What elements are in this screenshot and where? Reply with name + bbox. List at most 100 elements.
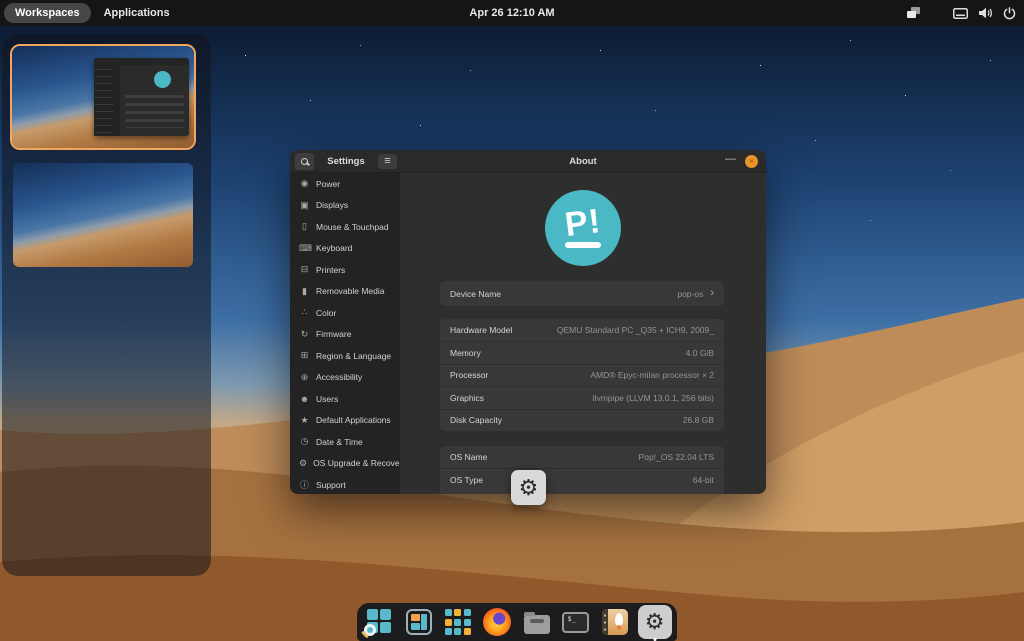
app-grid-icon — [445, 609, 471, 635]
dock-item-workspaces[interactable] — [362, 605, 396, 639]
sidebar-item-default-applications[interactable]: ★Default Applications — [290, 410, 400, 432]
settings-gear-icon: ⚙ — [645, 611, 665, 633]
dock-item-settings[interactable]: ⚙ — [638, 605, 672, 639]
users-icon: ☻ — [299, 394, 310, 404]
sidebar-item-power[interactable]: ◉Power — [290, 173, 400, 195]
mouse-icon: ▯ — [299, 221, 310, 232]
tiles-shape — [367, 609, 378, 620]
tile-shape — [411, 614, 420, 621]
menu-button[interactable]: ≡ — [378, 154, 397, 169]
settings-sidebar: ◉Power ▣Displays ▯ Mouse & Touchpad ⌨Keyb… — [290, 173, 400, 494]
row-label: OS Type — [450, 475, 483, 485]
clock[interactable]: Apr 26 12:10 AM — [469, 7, 554, 19]
sidebar-item-date-time[interactable]: ◷ Date & Time — [290, 431, 400, 453]
row-label: Processor — [450, 370, 488, 380]
row-value: AMD® Epyc-milan processor × 2 — [590, 370, 714, 380]
close-button[interactable]: ✕ — [745, 155, 758, 168]
settings-title: Settings — [314, 156, 378, 167]
region-language-icon: ⊞ — [299, 350, 310, 361]
gear-icon: ⚙ — [519, 477, 539, 499]
sidebar-item-displays[interactable]: ▣Displays — [290, 195, 400, 217]
device-name-row[interactable]: Device Name pop-os › — [440, 281, 724, 306]
keyboard-icon[interactable] — [953, 8, 968, 19]
row-label: Disk Capacity — [450, 415, 502, 425]
pop-os-logo: P! — [545, 190, 621, 266]
row-value: QEMU Standard PC _Q35 + ICH9, 2009_ — [557, 325, 714, 335]
volume-icon[interactable] — [978, 7, 993, 19]
row-label: Graphics — [450, 393, 484, 403]
os-name-row: OS NamePop!_OS 22.04 LTS — [440, 446, 724, 468]
sidebar-item-label: Region & Language — [316, 351, 391, 361]
default-apps-icon: ★ — [299, 415, 310, 426]
chevron-right-icon: › — [710, 288, 714, 299]
row-value: 64-bit — [693, 475, 714, 485]
search-button[interactable] — [295, 153, 314, 170]
grid-cell — [464, 609, 471, 616]
sidebar-item-os-upgrade-recovery[interactable]: ⚙OS Upgrade & Recovery — [290, 453, 400, 475]
settings-window: Settings ≡ About — ✕ ◉Power ▣Displays ▯ M… — [290, 150, 766, 494]
top-bar: Workspaces Applications Apr 26 12:10 AM — [0, 0, 1024, 26]
dock-item-pop-shop[interactable] — [598, 605, 632, 639]
sidebar-item-users[interactable]: ☻ Users — [290, 388, 400, 410]
search-icon — [301, 158, 308, 165]
color-icon: ∴ — [299, 307, 310, 318]
mini-pop-logo — [154, 71, 171, 88]
sidebar-item-region-language[interactable]: ⊞ Region & Language — [290, 345, 400, 367]
sidebar-item-firmware[interactable]: ↻Firmware — [290, 324, 400, 346]
sidebar-item-keyboard[interactable]: ⌨Keyboard — [290, 238, 400, 260]
dock-item-tile-windows[interactable] — [402, 605, 436, 639]
mini-window-header — [94, 58, 189, 65]
sidebar-item-support[interactable]: ⓘSupport — [290, 474, 400, 494]
grid-cell — [445, 619, 452, 626]
dock-item-terminal[interactable]: $_ — [559, 605, 593, 639]
tile-windows-icon — [406, 609, 432, 635]
window-header[interactable]: Settings ≡ About — ✕ — [290, 150, 766, 173]
sidebar-item-label: Printers — [316, 265, 345, 275]
sidebar-item-mouse-touchpad[interactable]: ▯ Mouse & Touchpad — [290, 216, 400, 238]
sidebar-item-label: Mouse & Touchpad — [316, 222, 389, 232]
sidebar-item-label: Firmware — [316, 329, 351, 339]
mini-window-sidebar — [94, 65, 120, 136]
workspace-thumbnail-window — [94, 58, 189, 136]
sidebar-item-color[interactable]: ∴ Color — [290, 302, 400, 324]
pop-logo-text: P! — [563, 206, 602, 241]
date-time-icon: ◷ — [299, 436, 310, 447]
titlebar[interactable]: About — ✕ — [400, 150, 766, 172]
disk-capacity-row: Disk Capacity26.8 GB — [440, 409, 724, 431]
sidebar-header: Settings ≡ — [290, 150, 400, 172]
mini-window-rows — [125, 95, 184, 128]
minimize-button[interactable]: — — [725, 154, 736, 169]
os-upgrade-icon: ⚙ — [299, 458, 307, 469]
sidebar-item-printers[interactable]: ⊟Printers — [290, 259, 400, 281]
applications-button[interactable]: Applications — [104, 7, 170, 19]
sidebar-item-label: Accessibility — [316, 372, 362, 382]
power-setting-icon: ◉ — [299, 178, 310, 189]
memory-row: Memory4.0 GiB — [440, 341, 724, 363]
workspace-thumbnail-1[interactable] — [10, 44, 196, 150]
workspace-thumbnail-2[interactable] — [13, 163, 193, 267]
dock-item-applications[interactable] — [441, 605, 475, 639]
workspaces-overview-icon — [366, 609, 392, 635]
desktop: Workspaces Applications Apr 26 12:10 AM — [0, 0, 1024, 641]
sidebar-item-label: Users — [316, 394, 338, 404]
hardware-model-row: Hardware ModelQEMU Standard PC _Q35 + IC… — [440, 319, 724, 341]
os-info-card: OS NamePop!_OS 22.04 LTS OS Type 64-bit — [440, 446, 724, 494]
sidebar-item-label: Date & Time — [316, 437, 363, 447]
sidebar-item-accessibility[interactable]: ⊕Accessibility — [290, 367, 400, 389]
status-tray — [906, 7, 1016, 20]
sidebar-item-label: Color — [316, 308, 336, 318]
sidebar-item-removable-media[interactable]: ▮Removable Media — [290, 281, 400, 303]
tile-shape — [411, 623, 420, 630]
grid-cell — [454, 628, 461, 635]
grid-cell — [454, 609, 461, 616]
workspaces-button[interactable]: Workspaces — [4, 3, 91, 23]
dock-item-files[interactable] — [520, 605, 554, 639]
row-value: Pop!_OS 22.04 LTS — [639, 452, 714, 462]
stacked-windows-icon[interactable] — [906, 7, 921, 19]
sidebar-item-label: Keyboard — [316, 243, 352, 253]
film-strip-shape — [602, 609, 608, 635]
grid-cell — [445, 609, 452, 616]
dock-item-firefox[interactable] — [480, 605, 514, 639]
power-icon[interactable] — [1003, 7, 1016, 20]
sidebar-item-label: Support — [316, 480, 346, 490]
